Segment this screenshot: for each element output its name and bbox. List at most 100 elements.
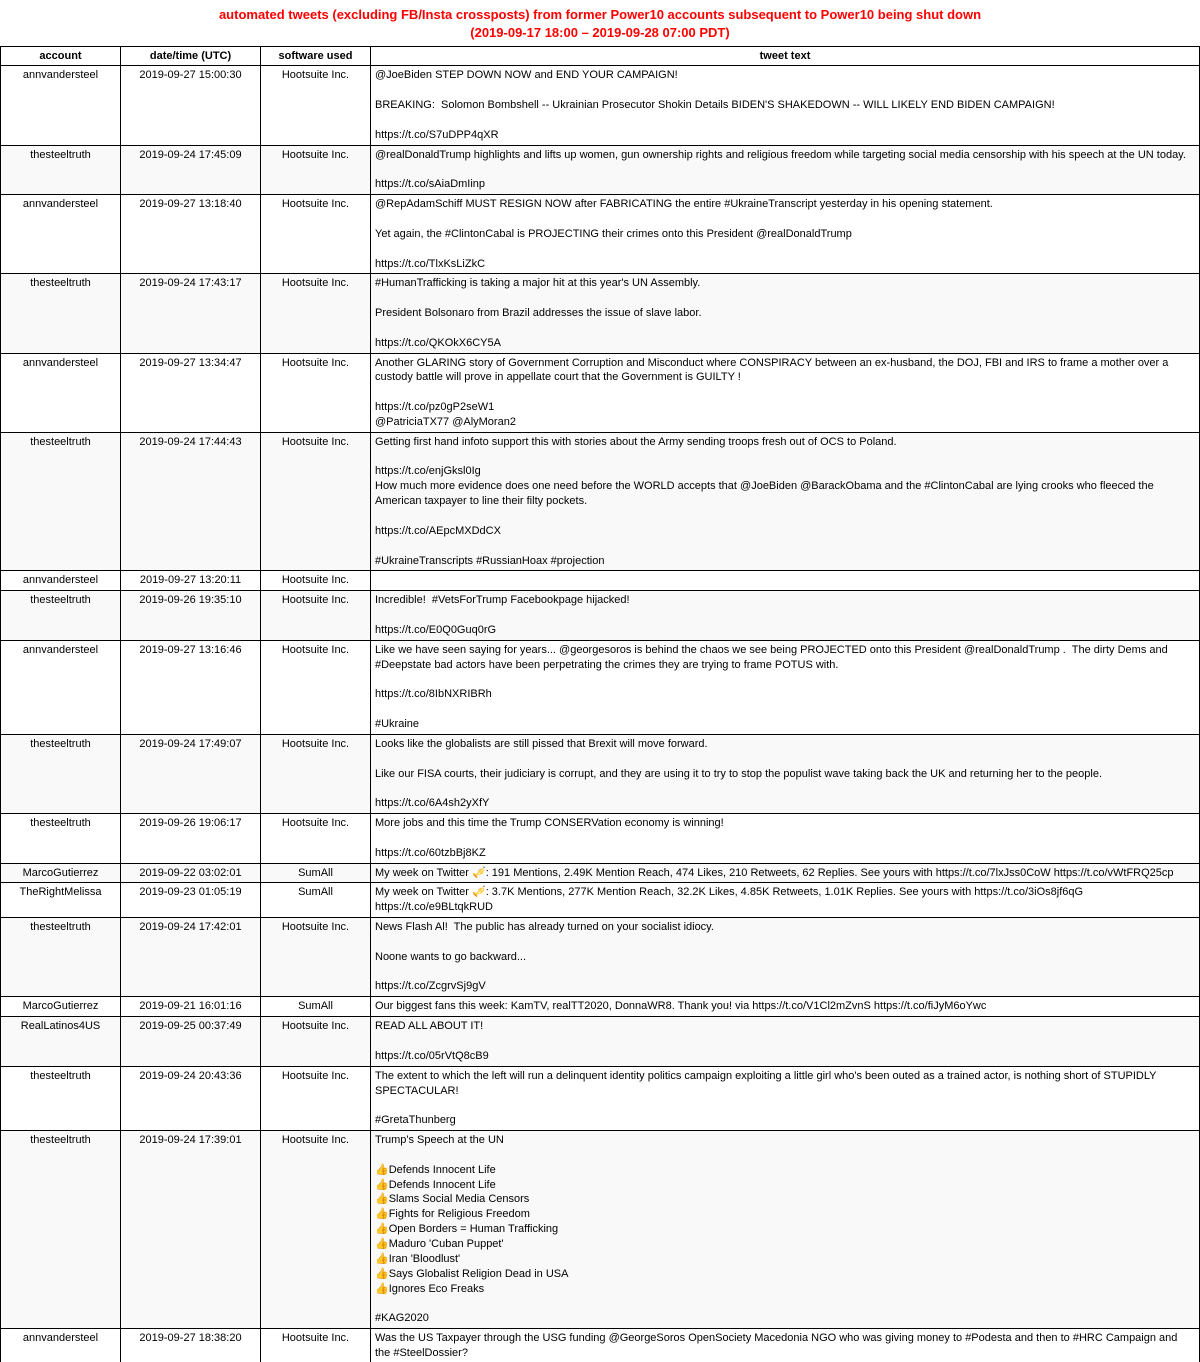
cell-account: thesteeltruth [1,918,121,997]
cell-datetime: 2019-09-22 03:02:01 [121,863,261,883]
cell-datetime: 2019-09-24 17:44:43 [121,432,261,571]
cell-tweet: More jobs and this time the Trump CONSER… [371,814,1200,864]
cell-tweet: My week on Twitter 🎺: 3.7K Mentions, 277… [371,883,1200,918]
table-row: thesteeltruth2019-09-24 17:49:07Hootsuit… [1,734,1200,813]
cell-software: Hootsuite Inc. [261,353,371,432]
cell-tweet: @RepAdamSchiff MUST RESIGN NOW after FAB… [371,195,1200,274]
table-row: MarcoGutierrez2019-09-21 16:01:16SumAllO… [1,997,1200,1017]
cell-account: annvandersteel [1,66,121,145]
cell-tweet: Our biggest fans this week: KamTV, realT… [371,997,1200,1017]
cell-tweet: The extent to which the left will run a … [371,1066,1200,1130]
cell-software: Hootsuite Inc. [261,66,371,145]
cell-software: Hootsuite Inc. [261,432,371,571]
cell-datetime: 2019-09-26 19:35:10 [121,591,261,641]
cell-datetime: 2019-09-23 01:05:19 [121,883,261,918]
table-row: thesteeltruth2019-09-24 17:44:43Hootsuit… [1,432,1200,571]
table-row: thesteeltruth2019-09-26 19:35:10Hootsuit… [1,591,1200,641]
cell-datetime: 2019-09-24 20:43:36 [121,1066,261,1130]
cell-software: Hootsuite Inc. [261,1131,371,1329]
cell-datetime: 2019-09-27 15:00:30 [121,66,261,145]
cell-account: MarcoGutierrez [1,863,121,883]
cell-tweet: @realDonaldTrump highlights and lifts up… [371,145,1200,195]
cell-software: Hootsuite Inc. [261,918,371,997]
cell-account: annvandersteel [1,353,121,432]
cell-software: Hootsuite Inc. [261,571,371,591]
cell-datetime: 2019-09-24 17:42:01 [121,918,261,997]
header-software: software used [261,47,371,66]
cell-tweet: Trump's Speech at the UN 👍Defends Innoce… [371,1131,1200,1329]
table-row: RealLatinos4US2019-09-25 00:37:49Hootsui… [1,1017,1200,1067]
cell-datetime: 2019-09-27 13:16:46 [121,640,261,734]
cell-datetime: 2019-09-24 17:43:17 [121,274,261,353]
cell-account: thesteeltruth [1,432,121,571]
cell-tweet [371,571,1200,591]
table-row: annvandersteel2019-09-27 13:20:11Hootsui… [1,571,1200,591]
page-title: automated tweets (excluding FB/Insta cro… [0,0,1200,46]
cell-account: annvandersteel [1,195,121,274]
cell-software: Hootsuite Inc. [261,640,371,734]
cell-datetime: 2019-09-24 17:49:07 [121,734,261,813]
cell-datetime: 2019-09-27 18:38:20 [121,1329,261,1362]
cell-tweet: Was the US Taxpayer through the USG fund… [371,1329,1200,1362]
cell-software: SumAll [261,883,371,918]
cell-account: thesteeltruth [1,274,121,353]
cell-account: thesteeltruth [1,145,121,195]
table-row: thesteeltruth2019-09-24 17:43:17Hootsuit… [1,274,1200,353]
cell-software: Hootsuite Inc. [261,145,371,195]
cell-tweet: Incredible! #VetsForTrump Facebookpage h… [371,591,1200,641]
cell-account: thesteeltruth [1,591,121,641]
cell-account: MarcoGutierrez [1,997,121,1017]
cell-tweet: News Flash Al! The public has already tu… [371,918,1200,997]
cell-account: thesteeltruth [1,814,121,864]
cell-tweet: My week on Twitter 🎺: 191 Mentions, 2.49… [371,863,1200,883]
header-datetime: date/time (UTC) [121,47,261,66]
cell-account: RealLatinos4US [1,1017,121,1067]
table-row: thesteeltruth2019-09-26 19:06:17Hootsuit… [1,814,1200,864]
cell-account: annvandersteel [1,571,121,591]
table-row: annvandersteel2019-09-27 13:16:46Hootsui… [1,640,1200,734]
cell-software: Hootsuite Inc. [261,1066,371,1130]
cell-software: Hootsuite Inc. [261,814,371,864]
cell-software: Hootsuite Inc. [261,734,371,813]
cell-account: annvandersteel [1,640,121,734]
cell-tweet: #HumanTrafficking is taking a major hit … [371,274,1200,353]
cell-software: Hootsuite Inc. [261,1329,371,1362]
cell-datetime: 2019-09-24 17:45:09 [121,145,261,195]
cell-software: SumAll [261,997,371,1017]
table-row: thesteeltruth2019-09-24 20:43:36Hootsuit… [1,1066,1200,1130]
cell-tweet: READ ALL ABOUT IT! https://t.co/05rVtQ8c… [371,1017,1200,1067]
table-row: annvandersteel2019-09-27 18:38:20Hootsui… [1,1329,1200,1362]
table-header-row: account date/time (UTC) software used tw… [1,47,1200,66]
table-row: annvandersteel2019-09-27 13:18:40Hootsui… [1,195,1200,274]
table-row: MarcoGutierrez2019-09-22 03:02:01SumAllM… [1,863,1200,883]
cell-datetime: 2019-09-26 19:06:17 [121,814,261,864]
cell-account: thesteeltruth [1,1066,121,1130]
cell-datetime: 2019-09-27 13:34:47 [121,353,261,432]
cell-account: TheRightMelissa [1,883,121,918]
table-row: annvandersteel2019-09-27 15:00:30Hootsui… [1,66,1200,145]
header-account: account [1,47,121,66]
cell-account: thesteeltruth [1,734,121,813]
cell-tweet: Getting first hand infoto support this w… [371,432,1200,571]
cell-software: Hootsuite Inc. [261,591,371,641]
table-row: thesteeltruth2019-09-24 17:39:01Hootsuit… [1,1131,1200,1329]
cell-datetime: 2019-09-27 13:20:11 [121,571,261,591]
cell-software: Hootsuite Inc. [261,195,371,274]
cell-software: Hootsuite Inc. [261,1017,371,1067]
cell-datetime: 2019-09-21 16:01:16 [121,997,261,1017]
cell-tweet: Looks like the globalists are still piss… [371,734,1200,813]
cell-datetime: 2019-09-24 17:39:01 [121,1131,261,1329]
cell-tweet: Like we have seen saying for years... @g… [371,640,1200,734]
header-tweet: tweet text [371,47,1200,66]
cell-software: Hootsuite Inc. [261,274,371,353]
cell-account: thesteeltruth [1,1131,121,1329]
cell-account: annvandersteel [1,1329,121,1362]
table-row: thesteeltruth2019-09-24 17:42:01Hootsuit… [1,918,1200,997]
cell-tweet: Another GLARING story of Government Corr… [371,353,1200,432]
cell-tweet: @JoeBiden STEP DOWN NOW and END YOUR CAM… [371,66,1200,145]
table-row: annvandersteel2019-09-27 13:34:47Hootsui… [1,353,1200,432]
cell-datetime: 2019-09-27 13:18:40 [121,195,261,274]
cell-datetime: 2019-09-25 00:37:49 [121,1017,261,1067]
cell-software: SumAll [261,863,371,883]
table-row: thesteeltruth2019-09-24 17:45:09Hootsuit… [1,145,1200,195]
